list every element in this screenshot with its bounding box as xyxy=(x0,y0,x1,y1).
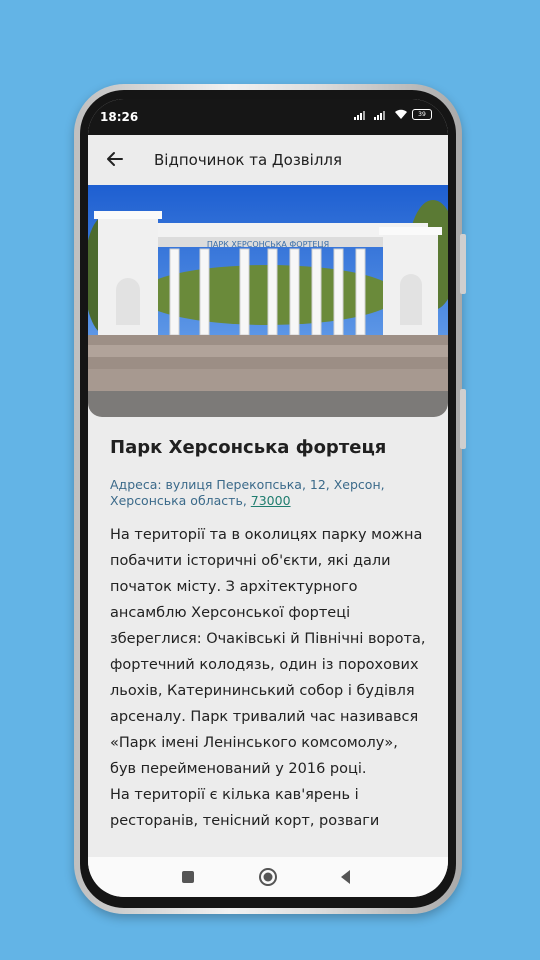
nav-back-button[interactable] xyxy=(336,867,356,887)
arrow-left-icon xyxy=(107,152,123,166)
triangle-back-icon xyxy=(341,870,350,884)
circle-home-icon xyxy=(259,868,277,886)
postal-code-link[interactable]: 73000 xyxy=(251,493,291,508)
phone-bezel: 18:26 39 Відпочинок та Дозвілля ПАРК ХЕР… xyxy=(80,90,456,908)
phone-screen: 18:26 39 Відпочинок та Дозвілля ПАРК ХЕР… xyxy=(88,99,448,897)
back-button[interactable] xyxy=(102,146,128,172)
phone-frame: 18:26 39 Відпочинок та Дозвілля ПАРК ХЕР… xyxy=(74,84,466,914)
description-paragraph: На території є кілька кав'ярень і рестор… xyxy=(110,787,380,829)
wifi-icon xyxy=(395,109,407,119)
place-address: Адреса: вулиця Перекопська, 12, Херсон, … xyxy=(110,477,430,509)
volume-button xyxy=(460,234,466,294)
place-description: На території та в околицях парку можна п… xyxy=(110,522,428,834)
power-button xyxy=(460,389,466,449)
place-photo: ПАРК ХЕРСОНСЬКА ФОРТЕЦЯ xyxy=(88,185,448,417)
gate-sign: ПАРК ХЕРСОНСЬКА ФОРТЕЦЯ xyxy=(207,240,329,249)
description-paragraph: На території та в околицях парку можна п… xyxy=(110,527,426,777)
status-icons: 39 xyxy=(354,109,432,120)
system-nav-bar xyxy=(88,857,448,897)
status-time: 18:26 xyxy=(100,110,139,124)
place-detail-content[interactable]: ПАРК ХЕРСОНСЬКА ФОРТЕЦЯ Парк Херсонська … xyxy=(88,185,448,857)
status-bar: 18:26 39 xyxy=(88,99,448,135)
address-text: Адреса: вулиця Перекопська, 12, Херсон, … xyxy=(110,477,385,508)
home-button[interactable] xyxy=(258,867,278,887)
signal-icon xyxy=(374,110,385,120)
place-title: Парк Херсонська фортеця xyxy=(110,437,387,458)
page-title: Відпочинок та Дозвілля xyxy=(154,151,343,169)
square-recents-icon xyxy=(182,871,194,883)
recents-button[interactable] xyxy=(178,867,198,887)
battery-icon: 39 xyxy=(412,109,432,120)
battery-level: 39 xyxy=(418,111,426,118)
signal-icon xyxy=(354,110,365,120)
app-bar: Відпочинок та Дозвілля xyxy=(88,135,448,185)
